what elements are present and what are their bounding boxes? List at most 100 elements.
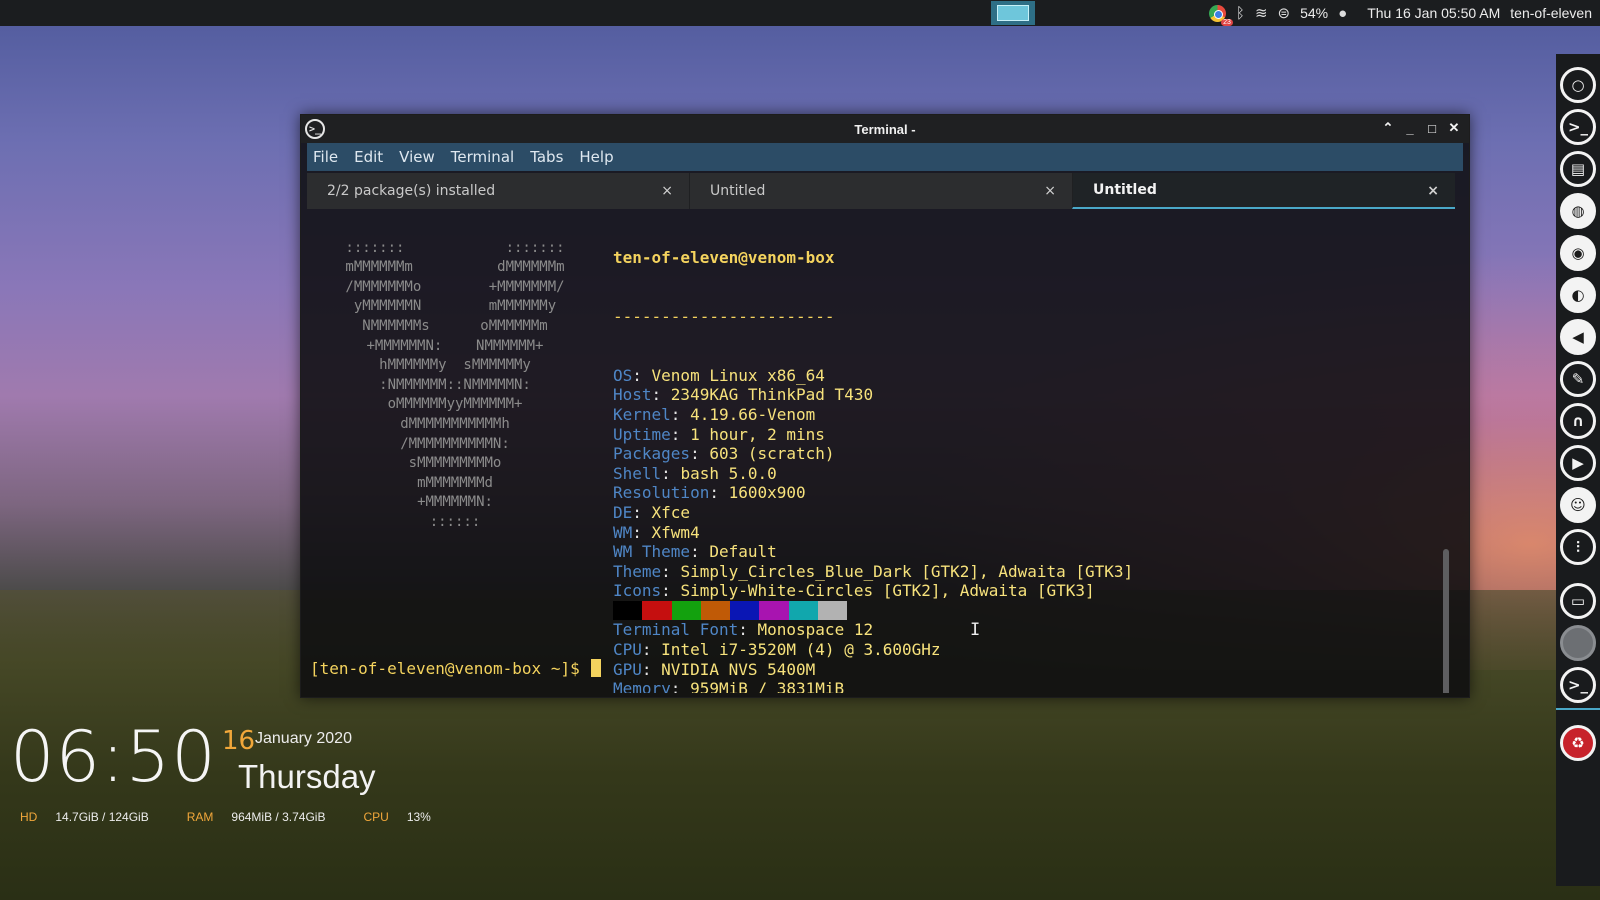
tab-close-icon[interactable]: × <box>1044 183 1056 199</box>
ascii-line: ::::::: ::::::: <box>345 239 565 256</box>
info-line: WM: Xfwm4 <box>613 523 1133 543</box>
web-browser-icon[interactable]: ◉ <box>1560 235 1596 271</box>
info-key: CPU <box>613 640 642 660</box>
ascii-line: :::::: <box>429 513 481 530</box>
info-line: DE: Xfce <box>613 503 1133 523</box>
terminal-output[interactable]: ::::::: ::::::: mMMMMMMm dMMMMMMm/MMMMMMM… <box>307 209 1453 693</box>
workspace-switcher[interactable] <box>991 1 1035 25</box>
window-icon[interactable]: ▭ <box>1560 583 1596 619</box>
user-menu[interactable]: ten-of-eleven <box>1510 5 1592 21</box>
terminal-app-icon[interactable]: >_ <box>305 119 325 139</box>
shade-button[interactable]: ⌃ <box>1381 117 1395 139</box>
wifi-icon[interactable]: ≋ <box>1255 4 1268 22</box>
info-value: bash 5.0.0 <box>680 463 777 483</box>
info-colon: : <box>641 659 662 679</box>
ascii-line: mMMMMMMMd <box>417 474 493 491</box>
tab-untitled-2[interactable]: Untitled × <box>1072 173 1455 209</box>
battery-percentage[interactable]: 54% <box>1300 5 1328 21</box>
moon-icon[interactable]: ◐ <box>1560 277 1596 313</box>
color-swatch <box>730 601 760 620</box>
color-swatch <box>788 601 819 620</box>
menu-help[interactable]: Help <box>579 148 613 166</box>
bluetooth-icon[interactable]: ᛒ <box>1236 5 1245 22</box>
volume-icon[interactable]: ◀ <box>1560 319 1596 355</box>
grey-orb-icon[interactable] <box>1560 625 1596 661</box>
info-line: Shell: bash 5.0.0 <box>613 464 1133 484</box>
ram-label: RAM <box>186 810 214 824</box>
info-key: Uptime <box>613 424 671 444</box>
color-swatch <box>700 601 731 620</box>
menu-view[interactable]: View <box>399 148 435 166</box>
dock: ○ >_ ▤ ◍ ◉ ◐ ◀ ✎ ∩ ▶ ☺ ⫶ ▭ >_ ♻ <box>1556 54 1600 886</box>
info-colon: : <box>690 444 710 464</box>
info-key: WM Theme <box>613 542 691 562</box>
ram-value: 964MiB / 3.74GiB <box>231 810 326 824</box>
info-colon: : <box>632 502 652 522</box>
battery-icon[interactable]: ⊜ <box>1278 4 1291 22</box>
ascii-line: mMMMMMMm dMMMMMMm <box>345 259 565 276</box>
terminal-window: >_ Terminal - ⌃ _ □ ✕ File Edit View Ter… <box>300 114 1470 698</box>
info-colon: : <box>690 542 710 562</box>
shell-prompt[interactable]: [ten-of-eleven@venom-box ~]$ <box>310 659 602 679</box>
info-colon: : <box>670 679 691 693</box>
info-line: GPU: NVIDIA NVS 5400M <box>613 660 1133 680</box>
terminal-icon[interactable]: >_ <box>1560 109 1596 145</box>
info-colon: : <box>661 463 681 483</box>
file-manager-icon[interactable]: ▤ <box>1560 151 1596 187</box>
active-indicator <box>1556 708 1600 710</box>
info-line: OS: Venom Linux x86_64 <box>613 366 1133 386</box>
info-key: Resolution <box>613 483 710 503</box>
info-key: Memory <box>613 679 671 693</box>
pen-icon[interactable]: ✎ <box>1560 361 1596 397</box>
trash-icon[interactable]: ♻ <box>1560 725 1596 761</box>
ascii-line: oMMMMMMyyMMMMMM+ <box>387 396 523 413</box>
window-titlebar[interactable]: >_ Terminal - ⌃ _ □ ✕ <box>301 115 1469 143</box>
minimize-button[interactable]: _ <box>1403 117 1417 139</box>
color-swatch <box>671 601 701 620</box>
window-controls: ⌃ _ □ ✕ <box>1381 117 1461 139</box>
play-icon[interactable]: ▶ <box>1560 445 1596 481</box>
menu-terminal[interactable]: Terminal <box>451 148 514 166</box>
menu-file[interactable]: File <box>313 148 338 166</box>
tab-close-icon[interactable]: × <box>1427 183 1439 199</box>
headphones-icon[interactable]: ∩ <box>1560 403 1596 439</box>
info-colon: : <box>709 483 729 503</box>
tab-untitled-1[interactable]: Untitled × <box>689 173 1072 209</box>
terminal-scrollbar[interactable] <box>1443 549 1449 693</box>
notification-bell-icon[interactable]: ● <box>1338 5 1347 22</box>
notification-badge: 23 <box>1221 18 1233 26</box>
info-line: CPU: Intel i7-3520M (4) @ 3.600GHz <box>613 640 1133 660</box>
maximize-button[interactable]: □ <box>1425 117 1439 139</box>
system-info: ten-of-eleven@venom-box ----------------… <box>613 209 1133 693</box>
clock[interactable]: Thu 16 Jan 05:50 AM <box>1367 5 1500 21</box>
info-key: Terminal Font <box>613 620 739 640</box>
tab-label: Untitled <box>710 183 766 199</box>
menu-tabs[interactable]: Tabs <box>530 148 563 166</box>
tab-close-icon[interactable]: × <box>661 183 673 199</box>
circle-icon[interactable]: ○ <box>1560 67 1596 103</box>
info-colon: : <box>632 522 652 542</box>
conky-stats: HD 14.7GiB / 124GiB RAM 964MiB / 3.74GiB… <box>20 810 461 824</box>
info-separator: ----------------------- <box>613 306 835 326</box>
info-line: Kernel: 4.19.66-Venom <box>613 405 1133 425</box>
workspace-window-preview <box>997 5 1029 21</box>
cpu-label: CPU <box>363 810 389 824</box>
text-cursor <box>591 659 602 677</box>
network-globe-icon[interactable]: ◍ <box>1560 193 1596 229</box>
info-key: Icons <box>613 581 662 601</box>
info-value: Simply_Circles_Blue_Dark [GTK2], Adwaita… <box>680 561 1134 581</box>
prompt-text: [ten-of-eleven@venom-box ~]$ <box>310 659 590 678</box>
menu-edit[interactable]: Edit <box>354 148 383 166</box>
close-button[interactable]: ✕ <box>1447 117 1461 139</box>
tab-packages[interactable]: 2/2 package(s) installed × <box>307 173 689 209</box>
info-colon: : <box>738 620 758 640</box>
info-line: Host: 2349KAG ThinkPad T430 <box>613 385 1133 405</box>
info-value: 2349KAG ThinkPad T430 <box>670 385 874 405</box>
mouse-ibeam-icon: I <box>970 620 981 640</box>
chrome-icon[interactable]: 23 <box>1208 4 1233 26</box>
info-key: DE <box>613 502 633 522</box>
gimp-icon[interactable]: ☺ <box>1560 487 1596 523</box>
info-key: Theme <box>613 561 662 581</box>
mixer-icon[interactable]: ⫶ <box>1560 529 1596 565</box>
terminal-app-icon[interactable]: >_ <box>1560 667 1596 703</box>
